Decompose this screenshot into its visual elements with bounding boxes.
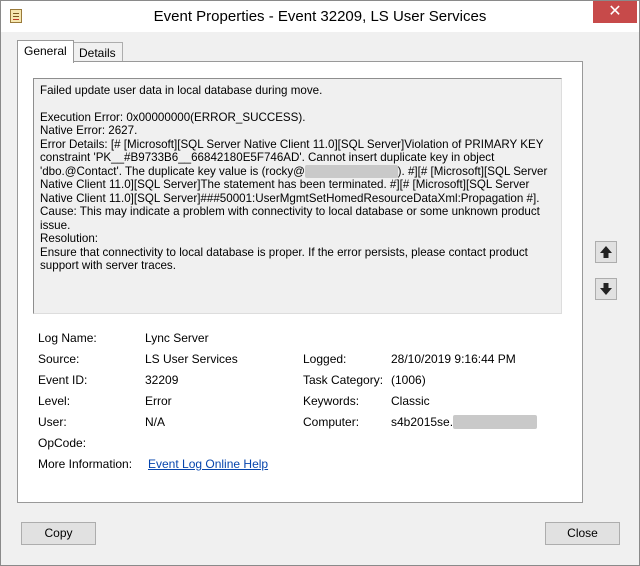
title-bar[interactable]: Event Properties - Event 32209, LS User … [1, 1, 639, 32]
event-properties-window: Event Properties - Event 32209, LS User … [0, 0, 640, 566]
redacted-domain: xxxxxxxxxxxxxx [453, 415, 538, 429]
resolution-label: Resolution: [40, 232, 99, 245]
computer-value: s4b2015se.xxxxxxxxxxxxxx [391, 415, 538, 429]
task-category-value: (1006) [391, 373, 426, 387]
dialog-body: General Details Failed update user data … [9, 32, 631, 559]
event-id-value: 32209 [145, 373, 179, 387]
level-value: Error [145, 394, 172, 408]
computer-label: Computer: [303, 415, 360, 429]
error-details: Error Details: [# [Microsoft][SQL Server… [40, 138, 555, 206]
keywords-label: Keywords: [303, 394, 360, 408]
execution-error: Execution Error: 0x00000000(ERROR_SUCCES… [40, 110, 306, 124]
tab-details[interactable]: Details [72, 42, 123, 62]
native-error: Native Error: 2627. [40, 124, 138, 137]
general-tab-panel: Failed update user data in local databas… [17, 61, 583, 503]
opcode-label: OpCode: [38, 436, 87, 450]
logged-value: 28/10/2019 9:16:44 PM [391, 352, 516, 366]
user-value: N/A [145, 415, 166, 429]
source-value: LS User Services [145, 352, 238, 366]
task-category-label: Task Category: [303, 373, 384, 387]
message-summary: Failed update user data in local databas… [40, 84, 323, 97]
keywords-value: Classic [391, 394, 430, 408]
arrow-up-icon [600, 246, 612, 258]
log-name-value: Lync Server [145, 331, 209, 345]
close-button[interactable]: Close [545, 522, 620, 545]
window-title: Event Properties - Event 32209, LS User … [153, 8, 487, 25]
more-info-label: More Information: [38, 457, 133, 471]
close-window-button[interactable]: ✕ [593, 1, 637, 23]
event-log-online-help-link[interactable]: Event Log Online Help [148, 457, 268, 471]
computer-name: s4b2015se. [391, 415, 454, 429]
logged-label: Logged: [303, 352, 347, 366]
cause-text: Cause: This may indicate a problem with … [40, 205, 544, 232]
log-name-label: Log Name: [38, 331, 97, 345]
copy-button[interactable]: Copy [21, 522, 96, 545]
user-label: User: [38, 415, 67, 429]
level-label: Level: [38, 394, 71, 408]
redacted-email: xxxxxxxxxxxxxxxx [304, 164, 398, 178]
event-message-box[interactable]: Failed update user data in local databas… [33, 78, 562, 314]
resolution-text: Ensure that connectivity to local databa… [40, 245, 532, 273]
event-id-label: Event ID: [38, 373, 88, 387]
source-label: Source: [38, 352, 80, 366]
tab-general[interactable]: General [17, 40, 74, 63]
next-event-button[interactable] [595, 278, 617, 300]
previous-event-button[interactable] [595, 241, 617, 263]
arrow-down-icon [600, 283, 612, 295]
